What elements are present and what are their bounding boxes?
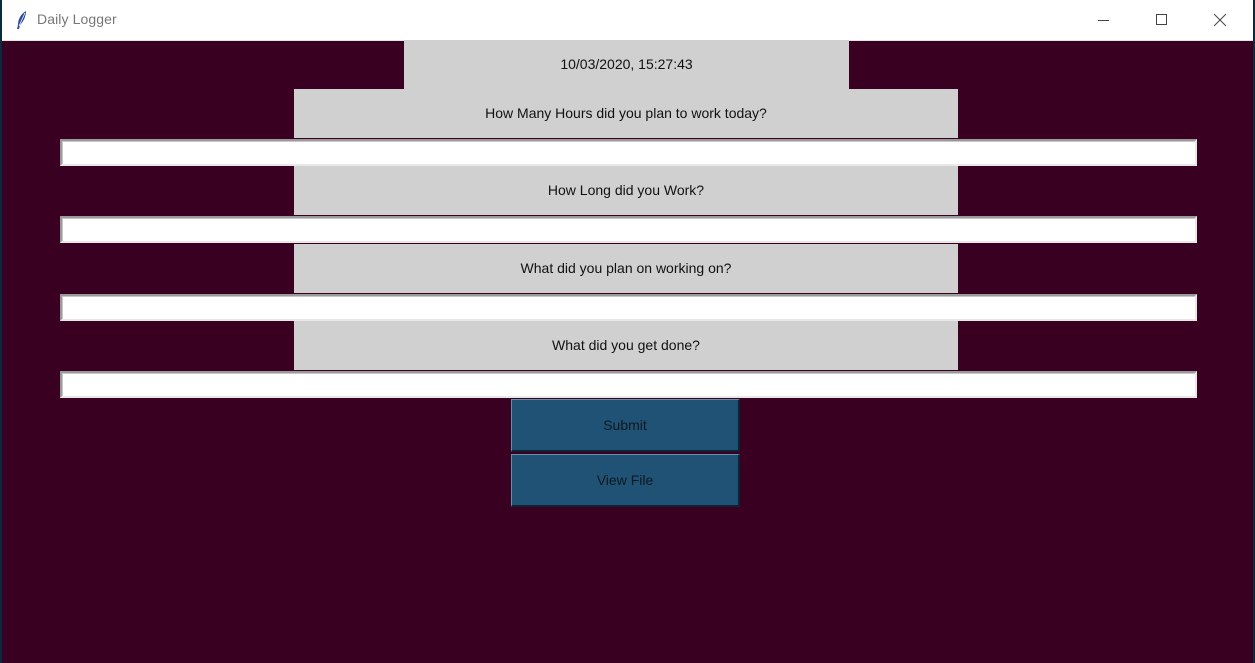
question-label-planned-hours: How Many Hours did you plan to work toda… bbox=[294, 89, 958, 138]
question-label-work-done: What did you get done? bbox=[294, 321, 958, 370]
close-icon bbox=[1213, 13, 1227, 27]
maximize-button[interactable] bbox=[1133, 0, 1191, 40]
work-done-input[interactable] bbox=[62, 373, 1195, 396]
maximize-icon bbox=[1156, 14, 1167, 25]
close-button[interactable] bbox=[1191, 0, 1249, 40]
question-label-hours-worked: How Long did you Work? bbox=[294, 166, 958, 215]
question-text: How Long did you Work? bbox=[547, 182, 705, 198]
question-text: How Many Hours did you plan to work toda… bbox=[485, 105, 767, 121]
minimize-icon bbox=[1098, 20, 1109, 21]
planned-hours-field[interactable] bbox=[60, 139, 1197, 166]
question-text: What did you get done? bbox=[552, 337, 700, 353]
app-window: Daily Logger 10/03/2020, 15:27:43 How Ma… bbox=[2, 0, 1253, 663]
submit-button-label: Submit bbox=[603, 417, 647, 433]
planned-work-field[interactable] bbox=[60, 294, 1197, 321]
submit-button[interactable]: Submit bbox=[511, 399, 740, 452]
planned-work-input[interactable] bbox=[62, 296, 1195, 319]
question-label-planned-work: What did you plan on working on? bbox=[294, 244, 958, 293]
view-file-button[interactable]: View File bbox=[511, 454, 740, 507]
minimize-button[interactable] bbox=[1075, 0, 1133, 40]
view-file-button-label: View File bbox=[596, 472, 654, 488]
planned-hours-input[interactable] bbox=[62, 141, 1195, 164]
timestamp-label: 10/03/2020, 15:27:43 bbox=[404, 40, 849, 89]
work-done-field[interactable] bbox=[60, 371, 1197, 398]
hours-worked-field[interactable] bbox=[60, 216, 1197, 243]
title-bar[interactable]: Daily Logger bbox=[2, 0, 1253, 41]
feather-icon bbox=[12, 10, 32, 30]
timestamp-text: 10/03/2020, 15:27:43 bbox=[560, 56, 693, 72]
question-text: What did you plan on working on? bbox=[520, 260, 732, 276]
hours-worked-input[interactable] bbox=[62, 218, 1195, 241]
window-title: Daily Logger bbox=[37, 11, 117, 27]
